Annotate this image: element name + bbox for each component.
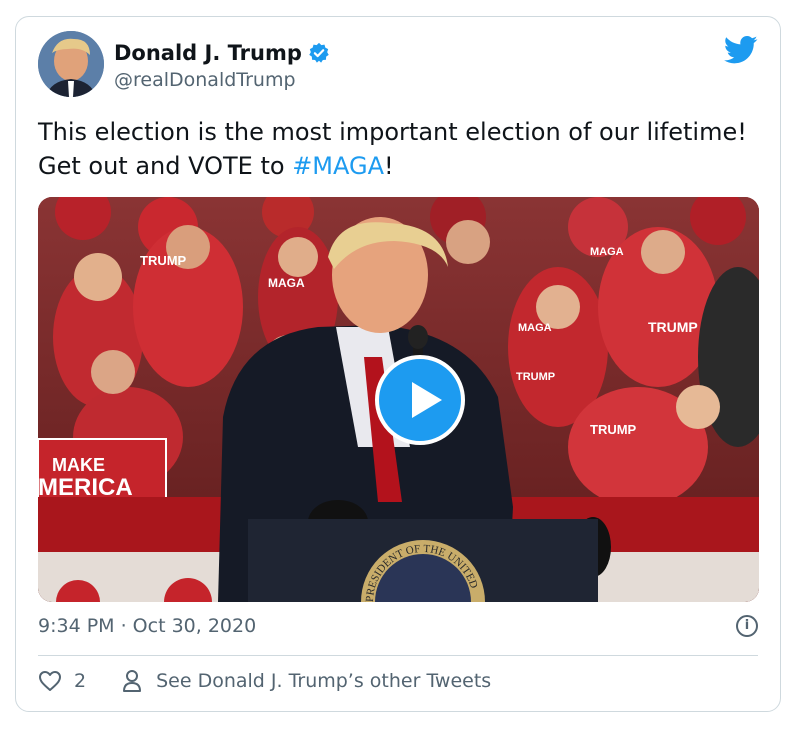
tweet-text-end: !	[384, 152, 394, 180]
author-handle[interactable]: @realDonaldTrump	[114, 69, 296, 91]
sign-text: MERICA	[38, 474, 133, 501]
play-icon	[412, 382, 442, 418]
play-button[interactable]	[375, 355, 465, 445]
sign-text: MAKE	[52, 455, 105, 475]
video-player[interactable]: MAKE MERICA TRUMP MAGA TRUMP TRUMP TRUMP…	[38, 197, 759, 602]
mask-text: MAGA	[268, 276, 305, 290]
other-tweets-link[interactable]: See Donald J. Trump’s other Tweets	[122, 669, 491, 693]
shirt-text: TRUMP	[648, 319, 698, 335]
divider	[38, 655, 758, 656]
mask-text: MAGA	[590, 246, 624, 258]
twitter-bird-icon[interactable]	[724, 35, 758, 65]
info-icon[interactable]: i	[736, 615, 758, 637]
author-name-row[interactable]: Donald J. Trump	[114, 41, 330, 65]
shirt-text: TRUMP	[590, 422, 637, 437]
author-name[interactable]: Donald J. Trump	[114, 41, 302, 65]
like-button[interactable]: 2	[38, 670, 86, 692]
tweet-timestamp[interactable]: 9:34 PM · Oct 30, 2020	[38, 615, 256, 637]
other-tweets-label: See Donald J. Trump’s other Tweets	[156, 670, 492, 692]
avatar-image	[38, 31, 104, 97]
person-icon	[123, 670, 142, 692]
hashtag-link[interactable]: #MAGA	[292, 152, 384, 180]
tweet-card[interactable]: Donald J. Trump @realDonaldTrump This el…	[15, 16, 781, 712]
like-count: 2	[74, 670, 87, 692]
shirt-text: TRUMP	[516, 371, 555, 383]
mask-text: MAGA	[518, 322, 552, 334]
verified-badge-icon	[309, 42, 329, 63]
heart-icon	[39, 671, 61, 691]
tweet-text: This election is the most important elec…	[38, 115, 758, 183]
tweet-actions: 2 See Donald J. Trump’s other Tweets	[38, 669, 491, 693]
avatar[interactable]	[38, 31, 104, 97]
shirt-text: TRUMP	[140, 253, 187, 268]
